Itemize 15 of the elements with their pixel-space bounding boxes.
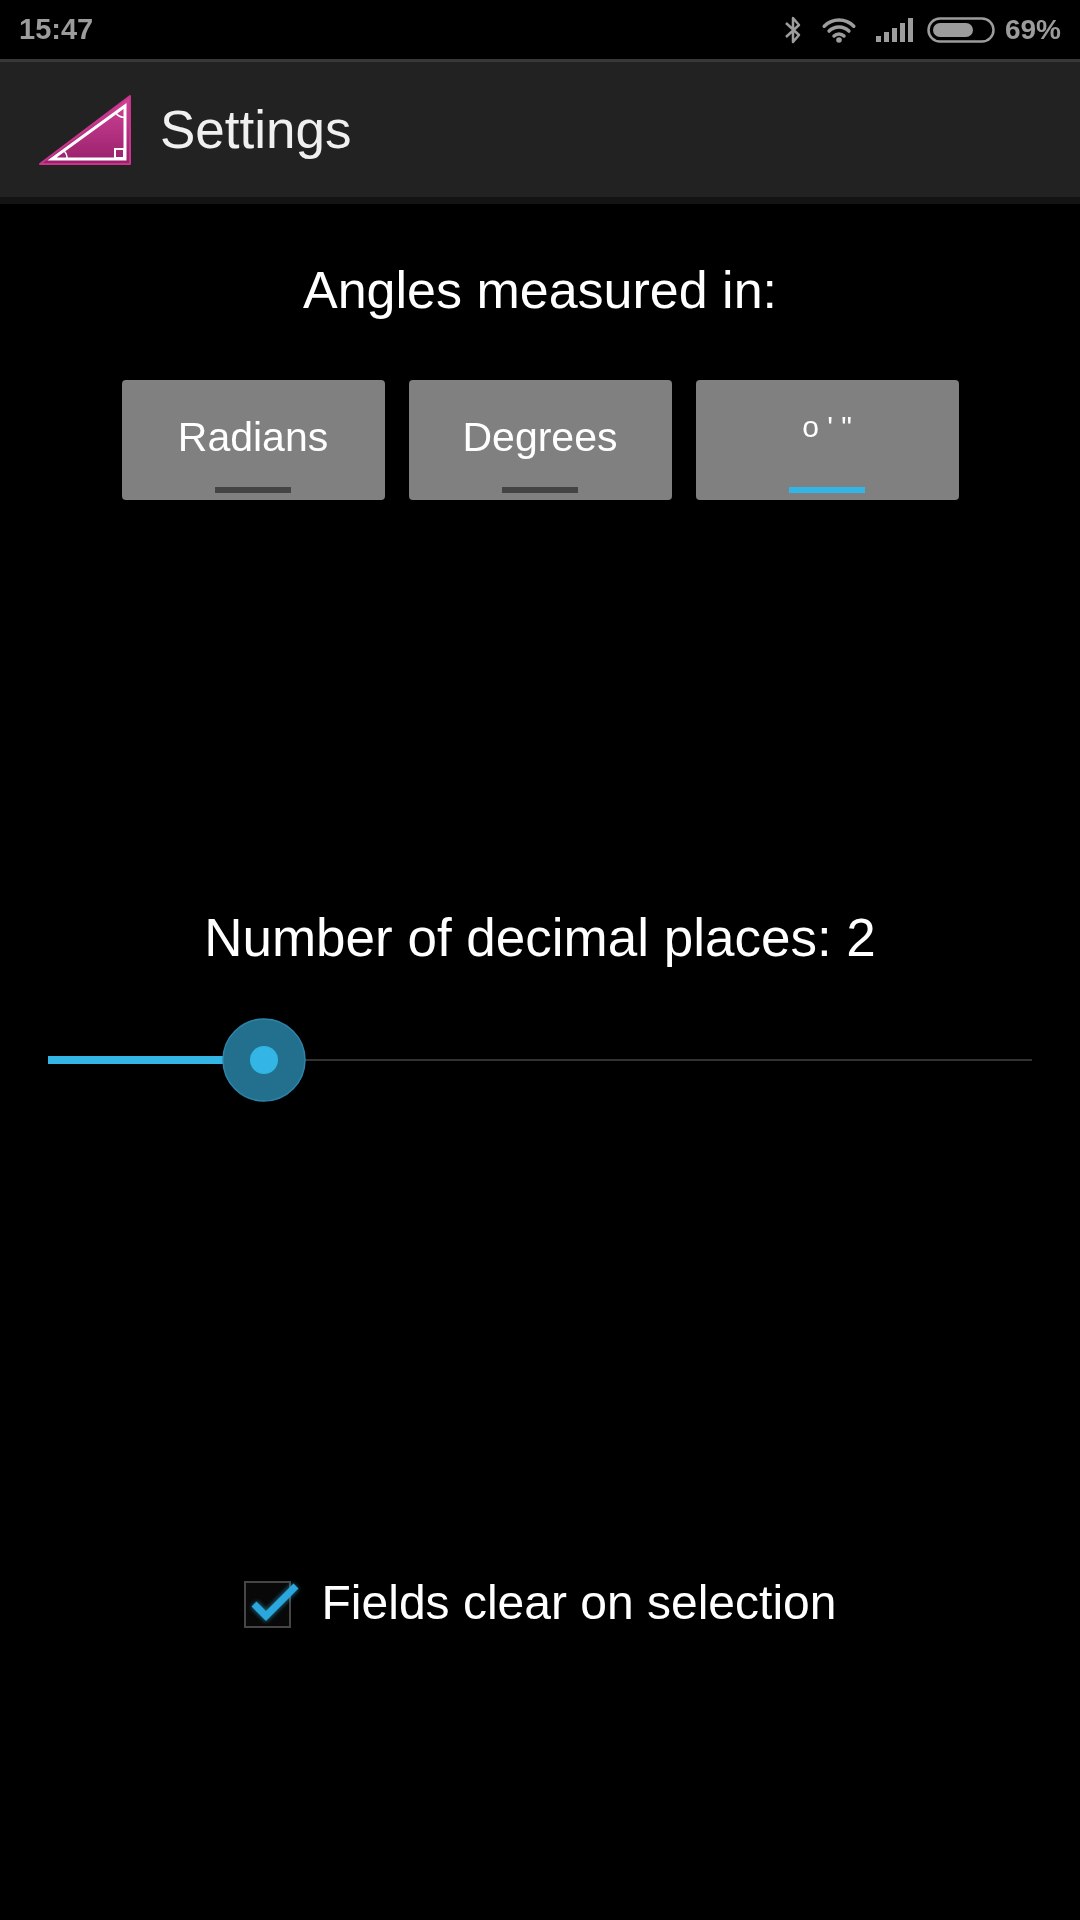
battery-percentage: 69% <box>1004 13 1061 46</box>
status-time: 15:47 <box>19 13 94 46</box>
toggle-button[interactable]: Radians <box>121 380 385 500</box>
section-heading: Angles measured in: <box>302 260 777 320</box>
checkbox-label: Fields clear on selection <box>321 1575 837 1631</box>
triangle-icon <box>38 93 132 166</box>
app-title: Settings <box>160 99 352 160</box>
wifi-icon <box>820 16 857 43</box>
slider-thumb[interactable] <box>222 1018 307 1102</box>
signal-icon <box>875 17 913 42</box>
battery-icon <box>926 16 995 43</box>
slider-label: Number of decimal places: 2 <box>204 908 876 968</box>
toggle-button[interactable]: o ' " <box>695 380 959 500</box>
checkbox[interactable] <box>243 1578 302 1628</box>
toggle-button[interactable]: Degrees <box>408 380 672 500</box>
